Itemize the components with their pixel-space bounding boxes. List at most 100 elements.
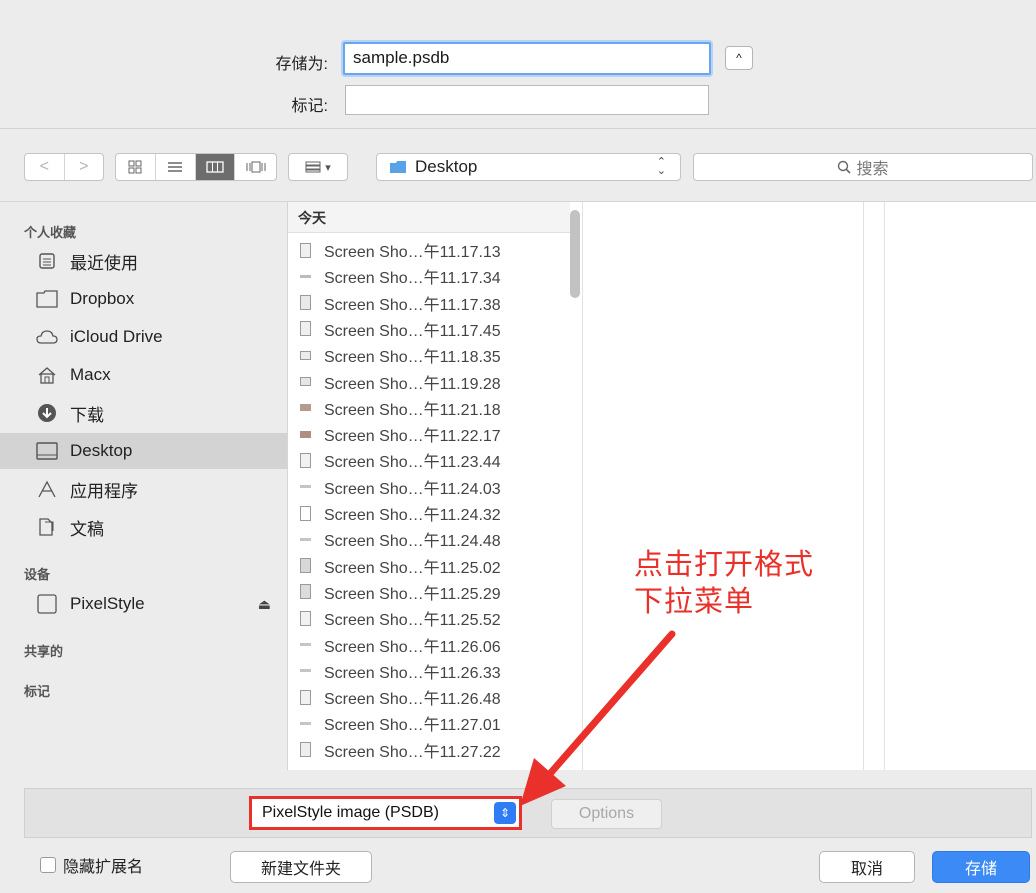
file-name: Screen Sho…午11.17.13 [324,244,501,261]
sidebar-item-applications[interactable]: 应用程序 [0,471,287,507]
sidebar-item-pixelstyle[interactable]: PixelStyle ⏏ [0,586,287,622]
file-row[interactable]: Screen Sho…午11.25.29 [288,580,570,604]
file-row[interactable]: Screen Sho…午11.17.38 [288,291,570,315]
list-view-icon [168,162,183,172]
tags-label: 标记: [291,98,328,115]
tags-heading: 标记 [24,684,51,699]
file-row[interactable]: Screen Sho…午11.23.44 [288,448,570,472]
format-bar [24,788,1032,838]
annotation-line-2: 下拉菜单 [634,586,755,618]
sidebar-item-label: iCloud Drive [70,327,163,346]
location-popup[interactable]: Desktop ⌃ ⌄ [376,153,681,181]
search-icon [838,160,852,174]
sidebar-item-icloud[interactable]: iCloud Drive [0,319,287,355]
sidebar-item-documents[interactable]: 文稿 [0,509,287,545]
hide-extension-checkbox[interactable] [40,857,56,873]
file-row[interactable]: Screen Sho…午11.17.13 [288,238,570,262]
file-row[interactable]: Screen Sho…午11.25.02 [288,554,570,578]
file-thumbnail-icon [300,643,311,646]
arrange-icon [305,161,321,173]
group-heading: 今天 [298,210,326,226]
view-column-button[interactable] [195,154,236,180]
sidebar-item-downloads[interactable]: 下载 [0,395,287,431]
file-row[interactable]: Screen Sho…午11.26.48 [288,685,570,709]
sidebar-item-desktop[interactable]: Desktop [0,433,287,469]
file-row[interactable]: Screen Sho…午11.18.35 [288,343,570,367]
back-button[interactable]: < [25,154,65,180]
arrange-menu-button[interactable]: ▾ [288,153,348,181]
cancel-button[interactable]: 取消 [819,851,915,883]
file-row[interactable]: Screen Sho…午11.19.28 [288,370,570,394]
file-row[interactable]: Screen Sho…午11.24.48 [288,527,570,551]
forward-button[interactable]: > [65,154,104,180]
file-row[interactable]: Screen Sho…午11.17.34 [288,264,570,288]
file-name: Screen Sho…午11.23.44 [324,454,501,472]
updown-chevron-icon: ⇕ [494,802,516,824]
file-row[interactable]: Screen Sho…午11.17.45 [288,317,570,341]
file-row[interactable]: Screen Sho…午11.26.06 [288,633,570,657]
file-thumbnail-icon [300,452,311,468]
documents-icon [36,516,58,538]
file-thumbnail-icon [300,350,311,360]
filename-input[interactable]: sample.psdb [343,42,711,75]
cover-flow-icon [246,161,266,173]
file-name: Screen Sho…午11.19.28 [324,375,501,393]
file-row[interactable]: Screen Sho…午11.27.22 [288,738,570,762]
view-icon-button[interactable] [116,154,156,180]
file-row[interactable]: Screen Sho…午11.24.03 [288,475,570,499]
file-row[interactable]: Screen Sho…午11.21.18 [288,396,570,420]
file-name: Screen Sho…午11.17.34 [324,270,501,288]
options-button[interactable]: Options [551,799,662,829]
file-name: Screen Sho…午11.24.48 [324,533,501,551]
chevron-up-icon: ^ [736,51,742,65]
format-value: PixelStyle image (PSDB) [262,804,439,821]
format-popup[interactable]: PixelStyle image (PSDB) ⇕ [249,796,522,830]
search-placeholder: 搜索 [856,161,889,178]
tags-input[interactable] [345,85,709,115]
sidebar-item-label: Macx [70,365,111,384]
eject-icon[interactable]: ⏏ [258,596,271,613]
file-row[interactable]: Screen Sho…午11.22.17 [288,422,570,446]
file-thumbnail-icon [300,430,311,438]
file-thumbnail-icon [300,669,311,673]
devices-heading: 设备 [24,567,51,582]
file-thumbnail-icon [300,689,311,705]
file-row[interactable]: Screen Sho…午11.26.33 [288,659,570,683]
file-name: Screen Sho…午11.26.06 [324,638,501,656]
search-field[interactable]: 搜索 [693,153,1033,181]
file-row[interactable]: Screen Sho…午11.27.01 [288,711,570,735]
file-name: Screen Sho…午11.27.01 [324,717,501,735]
file-row[interactable]: Screen Sho…午11.24.32 [288,501,570,525]
save-button[interactable]: 存储 [932,851,1030,883]
view-coverflow-button[interactable] [235,154,276,180]
chevron-down-icon: ▾ [325,161,331,174]
column-divider[interactable] [864,202,885,770]
chevron-left-icon: < [39,158,49,175]
file-name: Screen Sho…午11.21.18 [324,401,501,419]
sidebar-item-recents[interactable]: 最近使用 [0,243,287,279]
browser-toolbar: < > ▾ Desktop ⌃ ⌄ 搜索 [0,129,1036,202]
new-folder-button[interactable]: 新建文件夹 [230,851,372,883]
column-view-icon [206,161,224,173]
download-icon [36,402,58,424]
collapse-button[interactable]: ^ [725,46,753,70]
file-name: Screen Sho…午11.17.38 [324,296,501,314]
file-thumbnail-icon [300,404,311,412]
file-name: Screen Sho…午11.25.29 [324,585,501,603]
sidebar-item-dropbox[interactable]: Dropbox [0,281,287,317]
file-name: Screen Sho…午11.18.35 [324,349,501,367]
home-icon [36,364,58,386]
sidebar-item-label: PixelStyle [70,594,145,613]
sidebar-item-home[interactable]: Macx [0,357,287,393]
annotation-line-1: 点击打开格式 [634,549,815,581]
view-list-button[interactable] [156,154,196,180]
file-row[interactable]: Screen Sho…午11.25.52 [288,606,570,630]
file-name: Screen Sho…午11.24.32 [324,507,501,524]
file-column: 今天 Screen Sho…午11.17.13 Screen Sho…午11.17… [288,202,583,770]
folder-icon [390,161,406,173]
favorites-heading: 个人收藏 [24,225,77,240]
save-as-label: 存储为: [275,56,328,73]
cloud-icon [36,326,58,348]
vertical-scrollbar[interactable] [570,210,580,298]
recents-icon [36,250,58,272]
